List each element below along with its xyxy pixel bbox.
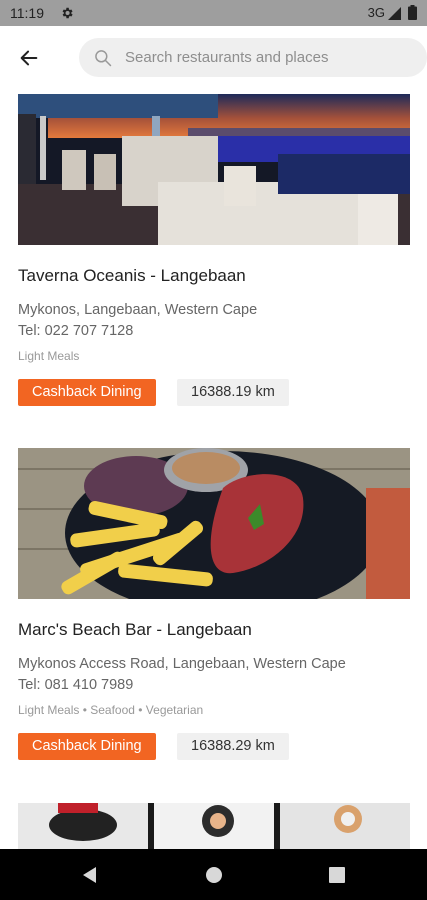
nav-recents-button[interactable] (325, 863, 349, 887)
nav-back-button[interactable] (78, 863, 102, 887)
search-icon (95, 50, 112, 67)
restaurant-photo[interactable] (18, 448, 410, 599)
signal-icon (388, 7, 401, 20)
search-input[interactable] (125, 38, 415, 77)
restaurant-name[interactable]: Taverna Oceanis - Langebaan (18, 266, 246, 286)
restaurant-phone[interactable]: Tel: 081 410 7989 (18, 677, 133, 693)
back-triangle-icon (83, 867, 96, 883)
search-box[interactable] (79, 38, 427, 77)
status-time: 11:19 (10, 5, 44, 21)
network-type: 3G (367, 5, 385, 20)
restaurant-list[interactable]: Taverna Oceanis - Langebaan Mykonos, Lan… (0, 92, 427, 849)
arrow-left-icon (20, 50, 38, 66)
restaurant-phone[interactable]: Tel: 022 707 7128 (18, 323, 133, 339)
restaurant-categories: Light Meals (18, 349, 80, 363)
distance-badge: 16388.19 km (177, 379, 289, 406)
distance-badge: 16388.29 km (177, 733, 289, 760)
cashback-dining-badge[interactable]: Cashback Dining (18, 733, 156, 760)
restaurant-card[interactable]: Marc's Beach Bar - Langebaan Mykonos Acc… (18, 448, 410, 764)
back-button[interactable] (10, 40, 48, 76)
battery-icon (408, 5, 417, 20)
home-circle-icon (206, 867, 222, 883)
restaurant-address: Mykonos Access Road, Langebaan, Western … (18, 656, 346, 672)
header (0, 26, 427, 92)
navigation-bar (0, 849, 427, 900)
cashback-dining-badge[interactable]: Cashback Dining (18, 379, 156, 406)
nav-home-button[interactable] (202, 863, 226, 887)
restaurant-address: Mykonos, Langebaan, Western Cape (18, 302, 258, 318)
restaurant-card[interactable] (18, 803, 410, 849)
status-bar: 11:19 3G (0, 0, 427, 26)
restaurant-categories: Light Meals • Seafood • Vegetarian (18, 703, 204, 717)
recents-square-icon (329, 867, 345, 883)
restaurant-name[interactable]: Marc's Beach Bar - Langebaan (18, 620, 252, 640)
gear-icon (62, 7, 73, 19)
restaurant-card[interactable]: Taverna Oceanis - Langebaan Mykonos, Lan… (18, 94, 410, 410)
restaurant-photo[interactable] (18, 803, 410, 849)
restaurant-photo[interactable] (18, 94, 410, 245)
